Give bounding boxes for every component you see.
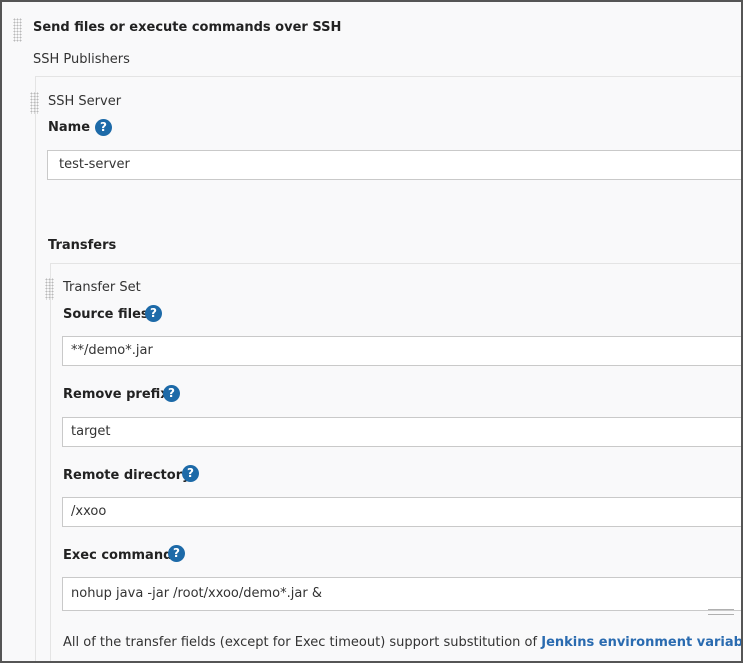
exec-command-textarea[interactable]: nohup java -jar /root/xxoo/demo*.jar & xyxy=(62,577,741,611)
transfer-set-header: Transfer Set xyxy=(63,280,141,295)
ssh-config-panel: Send files or execute commands over SSH … xyxy=(0,0,743,663)
section-drag-handle-icon[interactable] xyxy=(13,18,22,42)
textarea-resize-icon[interactable] xyxy=(708,609,734,615)
transfer-set-block-border-top xyxy=(50,263,741,264)
ssh-server-block-border-left xyxy=(35,76,36,661)
section-title: Send files or execute commands over SSH xyxy=(33,20,342,35)
substitution-note-text: All of the transfer fields (except for E… xyxy=(63,635,538,650)
source-files-label: Source files xyxy=(63,307,149,322)
name-field[interactable]: test-server xyxy=(47,150,741,180)
transfers-label: Transfers xyxy=(48,238,117,253)
remove-prefix-field[interactable]: target xyxy=(62,417,741,447)
source-files-field[interactable]: **/demo*.jar xyxy=(62,336,741,366)
name-help-icon[interactable]: ? xyxy=(95,119,112,136)
exec-command-help-icon[interactable]: ? xyxy=(168,545,185,562)
transfer-set-drag-handle-icon[interactable] xyxy=(45,278,54,300)
jenkins-env-vars-link[interactable]: Jenkins environment variables xyxy=(541,635,741,650)
ssh-publishers-label: SSH Publishers xyxy=(33,52,130,67)
exec-command-label: Exec command xyxy=(63,548,173,563)
source-files-help-icon[interactable]: ? xyxy=(145,305,162,322)
remote-directory-label: Remote directory xyxy=(63,468,191,483)
transfer-set-block-border-left xyxy=(50,263,51,661)
remove-prefix-help-icon[interactable]: ? xyxy=(163,385,180,402)
substitution-note: All of the transfer fields (except for E… xyxy=(63,635,741,650)
remove-prefix-label: Remove prefix xyxy=(63,387,169,402)
ssh-server-header: SSH Server xyxy=(48,94,122,109)
name-label: Name xyxy=(48,120,91,135)
ssh-server-block-border-top xyxy=(35,76,741,77)
remote-directory-help-icon[interactable]: ? xyxy=(182,465,199,482)
ssh-server-drag-handle-icon[interactable] xyxy=(30,92,39,114)
remote-directory-field[interactable]: /xxoo xyxy=(62,497,741,527)
